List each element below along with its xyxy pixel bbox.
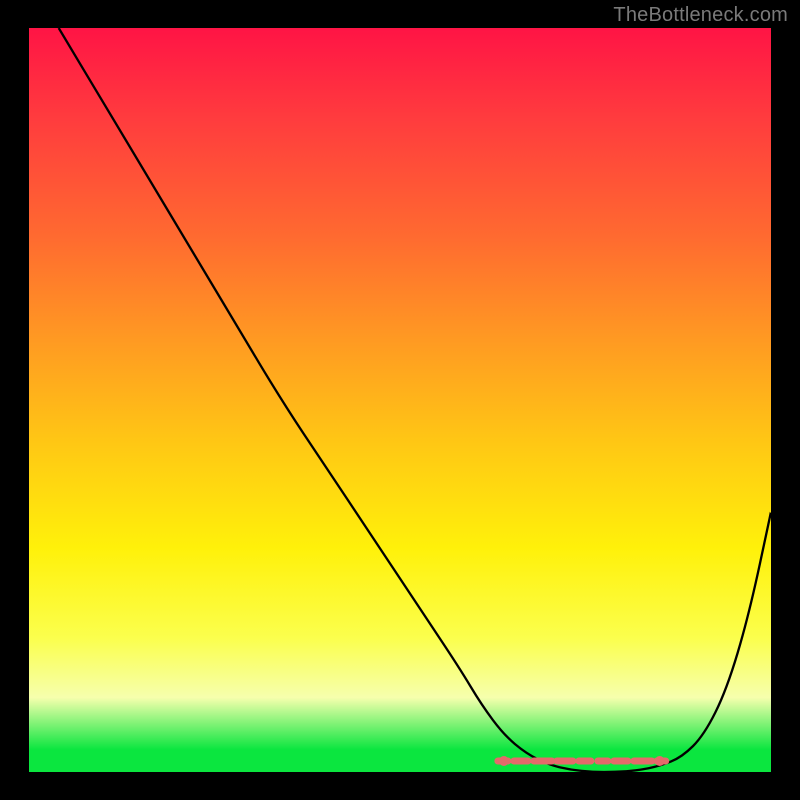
plot-area [29, 28, 771, 772]
chart-container: TheBottleneck.com [0, 0, 800, 800]
bottleneck-curve [59, 28, 771, 772]
curve-layer [29, 28, 771, 772]
optimal-range-marks [498, 756, 666, 766]
attribution-text: TheBottleneck.com [613, 4, 788, 27]
